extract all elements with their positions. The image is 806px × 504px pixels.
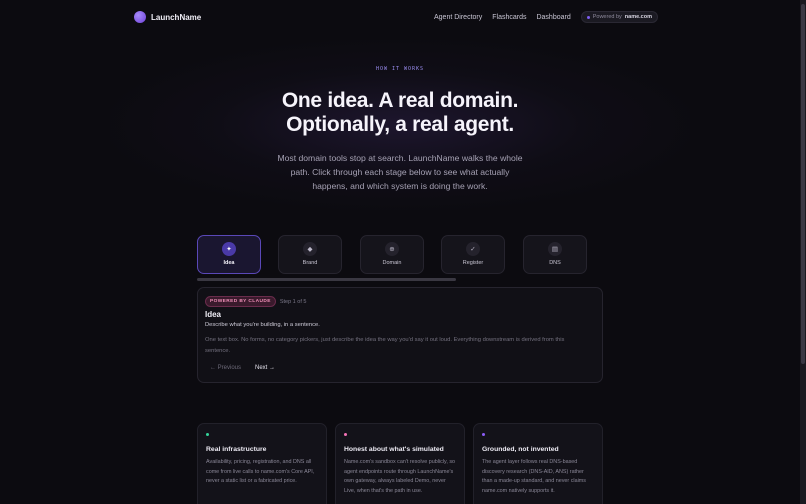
feature-title: Real infrastructure [206,446,267,453]
brand[interactable]: LaunchName [134,11,201,23]
step-label: Domain [382,260,402,266]
feature-body: The agent layer follows real DNS-based d… [482,459,586,494]
steps-scroll-track[interactable] [197,278,456,281]
globe-icon: ⊕ [385,242,399,256]
top-nav: Agent Directory Flashcards Dashboard Pow… [434,11,658,23]
nav-flashcards[interactable]: Flashcards [492,14,526,21]
next-button[interactable]: Next → [255,365,275,371]
bullet-dot-icon [344,433,347,436]
scrollbar-thumb[interactable] [801,4,805,364]
feature-card-real-infrastructure: Real infrastructure Availability, pricin… [197,423,327,504]
feature-title: Grounded, not invented [482,446,559,453]
step-tab-register[interactable]: ✓ Register [441,235,505,274]
header: LaunchName Agent Directory Flashcards Da… [0,0,800,34]
step-detail-card: POWERED BY CLAUDE Step 1 of 5 Idea Descr… [197,287,603,383]
page-scrollbar[interactable] [800,0,806,504]
step-label: Idea [223,260,235,266]
step-tab-brand[interactable]: ◆ Brand [278,235,342,274]
brand-name: LaunchName [151,12,202,22]
step-tab-idea[interactable]: ✦ Idea [197,235,261,274]
feature-card-honest-simulated: Honest about what's simulated Name.com's… [335,423,465,504]
page-title-line-1: One idea. A real domain. [281,89,519,112]
powered-by-name: name.com [624,14,652,20]
step-counter: Step 1 of 5 [279,298,307,305]
bullet-dot-icon [482,433,485,436]
step-label: Brand [302,260,318,266]
previous-button[interactable]: ← Previous [210,365,241,371]
step-tabs: ✦ Idea ◆ Brand ⊕ Domain ✓ Register ▤ DNS [197,235,589,275]
detail-body: One text box. No forms, no category pick… [205,337,565,354]
bullet-dot-icon [206,433,209,436]
hero-description: Most domain tools stop at search. Launch… [277,153,523,191]
powered-by-claude-badge: POWERED BY CLAUDE [205,296,276,307]
logo-icon [134,11,146,23]
sparkle-icon: ✦ [222,242,236,256]
page-title: One idea. A real domain. Optionally, a r… [0,89,800,137]
section-eyebrow: HOW IT WORKS [375,66,425,72]
feature-title: Honest about what's simulated [344,446,444,453]
feature-body: Name.com's sandbox can't resolve publicl… [344,459,456,494]
nav-agent-directory[interactable]: Agent Directory [434,14,482,21]
feature-body: Availability, pricing, registration, and… [206,459,315,484]
step-label: DNS [549,260,561,266]
detail-title: Idea [205,310,222,319]
detail-nav: ← Previous Next → [210,365,275,371]
diamond-icon: ◆ [303,242,317,256]
detail-meta: POWERED BY CLAUDE Step 1 of 5 [205,296,306,307]
nav-dashboard[interactable]: Dashboard [536,14,570,21]
step-tab-dns[interactable]: ▤ DNS [523,235,587,274]
step-tab-domain[interactable]: ⊕ Domain [360,235,424,274]
check-icon: ✓ [466,242,480,256]
status-dot-icon [586,15,590,19]
step-label: Register [462,260,484,266]
powered-by-badge[interactable]: Powered by name.com [580,11,658,23]
server-icon: ▤ [548,242,562,256]
page-title-line-2: Optionally, a real agent. [286,113,514,136]
powered-by-prefix: Powered by [592,14,622,20]
detail-subtitle: Describe what you're building, in a sent… [205,322,320,328]
feature-card-grounded: Grounded, not invented The agent layer f… [473,423,603,504]
